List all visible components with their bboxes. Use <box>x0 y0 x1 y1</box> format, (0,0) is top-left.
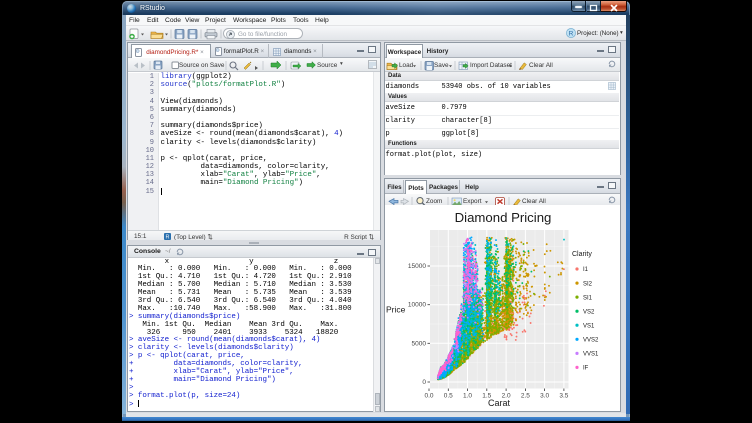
svg-text:VS1: VS1 <box>583 323 595 329</box>
svg-text:3.5: 3.5 <box>559 393 568 400</box>
svg-text:Diamond Pricing: Diamond Pricing <box>455 210 552 225</box>
svg-text:Price: Price <box>386 305 406 315</box>
svg-text:I1: I1 <box>583 267 589 273</box>
svg-text:VS2: VS2 <box>583 309 595 315</box>
svg-text:0.0: 0.0 <box>424 393 433 400</box>
svg-text:0: 0 <box>422 379 426 386</box>
svg-text:Carat: Carat <box>488 398 511 408</box>
svg-text:VVS1: VVS1 <box>583 352 599 358</box>
svg-text:10000: 10000 <box>408 302 426 309</box>
svg-text:3.0: 3.0 <box>540 393 549 400</box>
svg-text:1.0: 1.0 <box>463 393 472 400</box>
svg-text:2.5: 2.5 <box>521 393 530 400</box>
svg-text:VVS2: VVS2 <box>583 338 599 344</box>
svg-text:IF: IF <box>583 366 589 372</box>
svg-text:SI2: SI2 <box>583 281 593 287</box>
svg-text:R: R <box>166 234 170 239</box>
svg-text:SI1: SI1 <box>583 295 593 301</box>
svg-text:0.5: 0.5 <box>444 393 453 400</box>
svg-text:Clarity: Clarity <box>572 251 592 258</box>
svg-text:15000: 15000 <box>408 263 426 270</box>
svg-text:R: R <box>569 30 574 37</box>
svg-text:5000: 5000 <box>412 340 427 347</box>
